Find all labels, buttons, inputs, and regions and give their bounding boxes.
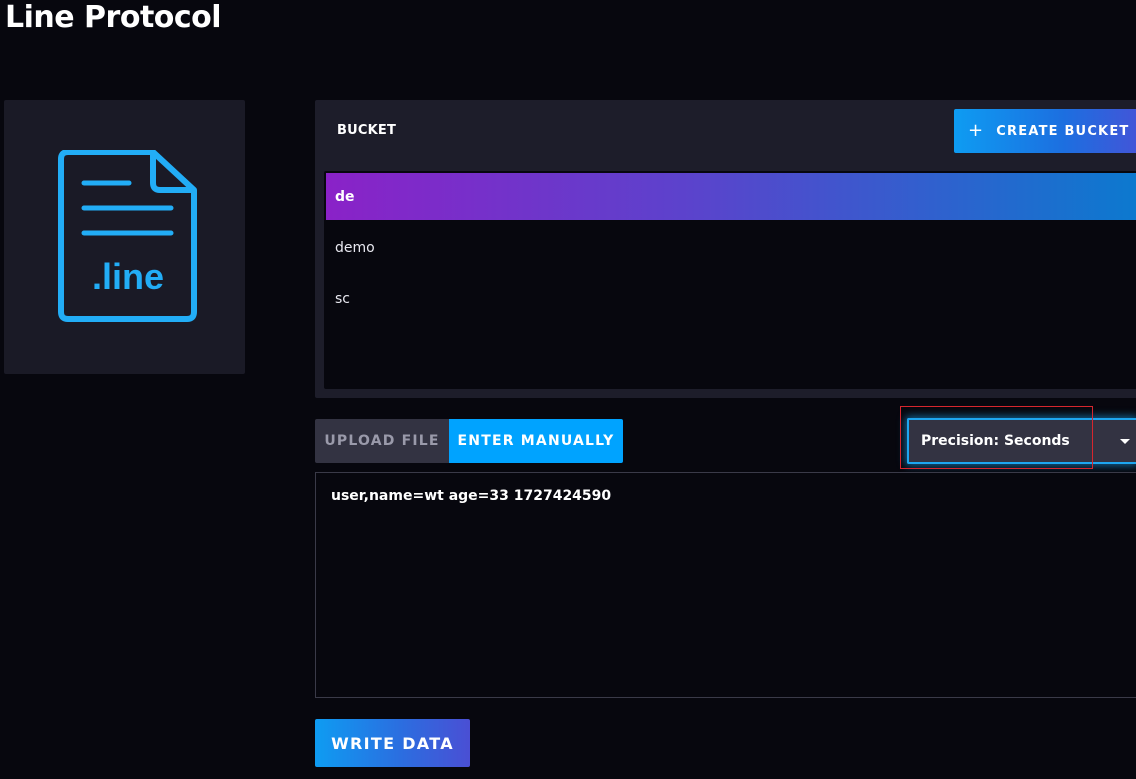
bucket-item-label: de	[335, 188, 355, 205]
bucket-item-sc[interactable]: sc	[326, 275, 1136, 322]
line-protocol-page: Line Protocol .line BUCKET + CREATE BUCK…	[0, 0, 1136, 779]
bucket-panel: BUCKET + CREATE BUCKET de demo sc	[315, 100, 1136, 398]
line-protocol-textarea[interactable]: user,name=wt age=33 1727424590	[315, 472, 1136, 698]
create-bucket-button[interactable]: + CREATE BUCKET	[954, 109, 1136, 153]
bucket-item-label: demo	[335, 239, 375, 256]
bucket-header-label: BUCKET	[337, 123, 397, 138]
file-type-card: .line	[4, 100, 245, 374]
page-title: Line Protocol	[5, 0, 222, 35]
precision-dropdown[interactable]: Precision: Seconds	[907, 418, 1136, 464]
tab-enter-manually[interactable]: ENTER MANUALLY	[449, 419, 623, 463]
caret-down-icon	[1120, 439, 1130, 444]
write-data-button[interactable]: WRITE DATA	[315, 719, 470, 767]
bucket-item-de[interactable]: de	[326, 173, 1136, 220]
plus-icon: +	[968, 120, 985, 141]
bucket-list: de demo sc	[324, 171, 1136, 389]
create-bucket-label: CREATE BUCKET	[996, 123, 1130, 139]
bucket-item-label: sc	[335, 290, 350, 307]
line-file-icon: .line	[58, 150, 197, 322]
precision-selected-label: Precision: Seconds	[921, 433, 1070, 449]
tab-upload-file[interactable]: UPLOAD FILE	[315, 419, 449, 463]
file-icon-label: .line	[92, 256, 164, 297]
bucket-item-demo[interactable]: demo	[326, 224, 1136, 271]
